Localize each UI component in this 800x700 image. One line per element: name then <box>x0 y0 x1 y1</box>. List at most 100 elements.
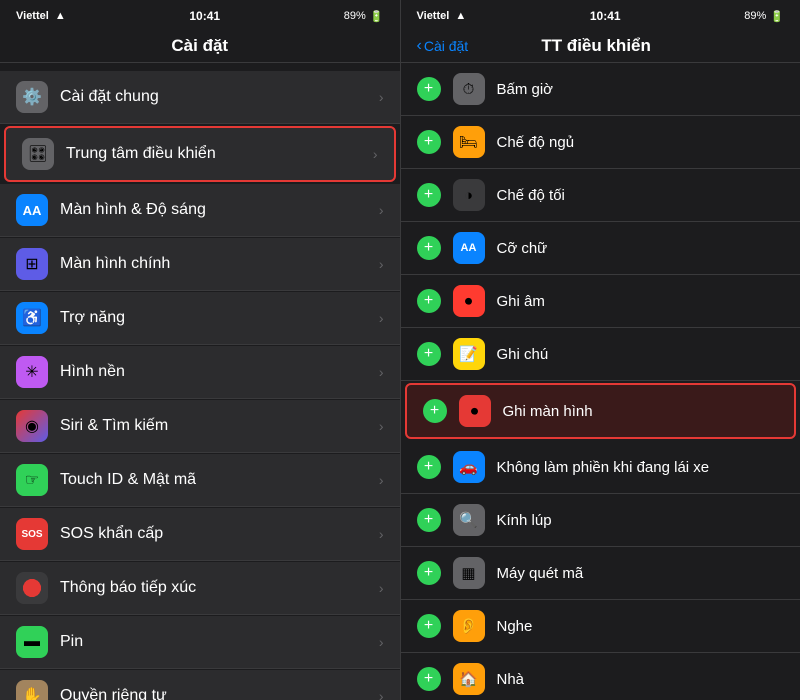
label-may-quet-ma: Máy quét mã <box>497 565 785 582</box>
label-khong-lam-phien: Không làm phiền khi đang lái xe <box>497 459 785 476</box>
add-icon-che-do-toi: + <box>417 183 441 207</box>
right-phone-panel: Viettel ▲ 10:41 89% 🔋 ‹ Cài đặt TT điều … <box>401 0 800 700</box>
right-battery-text: 89% <box>744 10 766 22</box>
cc-item-co-chu[interactable]: + AA Cỡ chữ <box>401 222 800 275</box>
settings-item-thong-bao[interactable]: Thông báo tiếp xúc › <box>0 562 400 615</box>
label-che-do-ngu: Chế độ ngủ <box>497 134 785 151</box>
settings-item-pin[interactable]: ▬ Pin › <box>0 616 400 669</box>
dark-mode-icon: ◑ <box>453 179 485 211</box>
item-label-pin: Pin <box>60 633 379 651</box>
chevron-icon-11: › <box>379 634 384 650</box>
cc-item-khong-lam-phien[interactable]: + 🚗 Không làm phiền khi đang lái xe <box>401 441 800 494</box>
timer-icon: ⏱ <box>453 73 485 105</box>
settings-item-man-hinh-do-sang[interactable]: AA Màn hình & Độ sáng › <box>0 184 400 237</box>
label-nghe: Nghe <box>497 618 785 635</box>
left-phone-panel: Viettel ▲ 10:41 89% 🔋 Cài đặt ⚙️ Cài đặt… <box>0 0 400 700</box>
left-battery: 89% 🔋 <box>344 10 384 23</box>
accessibility-icon: ♿ <box>16 302 48 334</box>
add-icon-ghi-am: + <box>417 289 441 313</box>
settings-item-touch-id[interactable]: ☞ Touch ID & Mật mã › <box>0 454 400 507</box>
cc-item-che-do-ngu[interactable]: + 🛏 Chế độ ngủ <box>401 116 800 169</box>
chevron-icon-2: › <box>373 146 378 162</box>
cc-item-nghe[interactable]: + 👂 Nghe <box>401 600 800 653</box>
left-settings-list: ⚙️ Cài đặt chung › 🎛 Trung tâm điều khiể… <box>0 63 400 700</box>
add-icon-co-chu: + <box>417 236 441 260</box>
item-label-quyen-rieng-tu: Quyền riêng tư <box>60 687 379 700</box>
cc-item-ghi-am[interactable]: + ⏺ Ghi âm <box>401 275 800 328</box>
text-size-icon: AA <box>453 232 485 264</box>
wifi-icon: ▲ <box>55 10 66 22</box>
settings-item-tro-nang[interactable]: ♿ Trợ năng › <box>0 292 400 345</box>
right-carrier: Viettel ▲ <box>417 10 467 22</box>
item-label-touch-id: Touch ID & Mật mã <box>60 471 379 489</box>
back-label: Cài đặt <box>424 38 468 54</box>
sos-icon: SOS <box>16 518 48 550</box>
add-icon-nghe: + <box>417 614 441 638</box>
settings-item-hinh-nen[interactable]: ✳ Hình nền › <box>0 346 400 399</box>
left-page-title: Cài đặt <box>16 36 384 56</box>
chevron-icon-5: › <box>379 310 384 326</box>
settings-item-quyen-rieng-tu[interactable]: ✋ Quyền riêng tư › <box>0 670 400 700</box>
cc-item-bam-gio[interactable]: + ⏱ Bấm giờ <box>401 63 800 116</box>
cc-item-nha[interactable]: + 🏠 Nhà <box>401 653 800 700</box>
item-label-man-hinh-chinh: Màn hình chính <box>60 255 379 273</box>
left-time: 10:41 <box>189 9 220 23</box>
item-label-trung-tam-dieu-khien: Trung tâm điều khiển <box>66 145 373 163</box>
label-nha: Nhà <box>497 671 785 688</box>
item-label-thong-bao: Thông báo tiếp xúc <box>60 579 379 597</box>
left-carrier-text: Viettel <box>16 10 49 22</box>
cc-item-ghi-man-hinh[interactable]: + ⏺ Ghi màn hình <box>405 383 797 439</box>
label-co-chu: Cỡ chữ <box>497 240 785 257</box>
settings-item-man-hinh-chinh[interactable]: ⊞ Màn hình chính › <box>0 238 400 291</box>
right-battery: 89% 🔋 <box>744 10 784 23</box>
settings-item-siri[interactable]: ◉ Siri & Tìm kiếm › <box>0 400 400 453</box>
home-icon: 🏠 <box>453 663 485 695</box>
label-kinh-lup: Kính lúp <box>497 512 785 529</box>
add-icon-khong-lam-phien: + <box>417 455 441 479</box>
chevron-icon-4: › <box>379 256 384 272</box>
right-nav-header: ‹ Cài đặt TT điều khiển <box>401 28 800 63</box>
driving-focus-icon: 🚗 <box>453 451 485 483</box>
settings-item-cai-dat-chung[interactable]: ⚙️ Cài đặt chung › <box>0 71 400 124</box>
sleep-icon: 🛏 <box>453 126 485 158</box>
settings-item-trung-tam-dieu-khien[interactable]: 🎛 Trung tâm điều khiển › <box>4 126 396 182</box>
label-che-do-toi: Chế độ tối <box>497 187 785 204</box>
homescreen-icon: ⊞ <box>16 248 48 280</box>
item-label-tro-nang: Trợ năng <box>60 309 379 327</box>
gear-icon: ⚙️ <box>16 81 48 113</box>
right-carrier-text: Viettel <box>417 10 450 22</box>
cc-item-kinh-lup[interactable]: + 🔍 Kính lúp <box>401 494 800 547</box>
cc-item-che-do-toi[interactable]: + ◑ Chế độ tối <box>401 169 800 222</box>
chevron-icon-9: › <box>379 526 384 542</box>
back-button[interactable]: ‹ Cài đặt <box>417 37 469 55</box>
notes-icon: 📝 <box>453 338 485 370</box>
add-icon-nha: + <box>417 667 441 691</box>
chevron-icon-7: › <box>379 418 384 434</box>
add-icon-bam-gio: + <box>417 77 441 101</box>
control-center-icon: 🎛 <box>22 138 54 170</box>
item-label-sos: SOS khẩn cấp <box>60 525 379 543</box>
chevron-icon: › <box>379 89 384 105</box>
right-page-title: TT điều khiển <box>468 36 724 56</box>
add-icon-ghi-man-hinh: + <box>423 399 447 423</box>
item-label-siri: Siri & Tìm kiếm <box>60 417 379 435</box>
siri-icon: ◉ <box>16 410 48 442</box>
right-battery-icon: 🔋 <box>770 10 784 23</box>
left-nav-header: Cài đặt <box>0 28 400 63</box>
cc-item-ghi-chu[interactable]: + 📝 Ghi chú <box>401 328 800 381</box>
back-chevron-icon: ‹ <box>417 37 422 55</box>
control-center-list: + ⏱ Bấm giờ + 🛏 Chế độ ngủ + ◑ Chế độ tố… <box>401 63 800 700</box>
label-ghi-man-hinh: Ghi màn hình <box>503 403 779 420</box>
right-wifi-icon: ▲ <box>455 10 466 22</box>
display-icon: AA <box>16 194 48 226</box>
add-icon-kinh-lup: + <box>417 508 441 532</box>
label-bam-gio: Bấm giờ <box>497 81 785 98</box>
cc-item-may-quet-ma[interactable]: + ▦ Máy quét mã <box>401 547 800 600</box>
left-carrier: Viettel ▲ <box>16 10 66 22</box>
item-label-man-hinh-do-sang: Màn hình & Độ sáng <box>60 201 379 219</box>
add-icon-may-quet-ma: + <box>417 561 441 585</box>
magnifier-icon: 🔍 <box>453 504 485 536</box>
hearing-icon: 👂 <box>453 610 485 642</box>
label-ghi-chu: Ghi chú <box>497 346 785 363</box>
settings-item-sos[interactable]: SOS SOS khẩn cấp › <box>0 508 400 561</box>
